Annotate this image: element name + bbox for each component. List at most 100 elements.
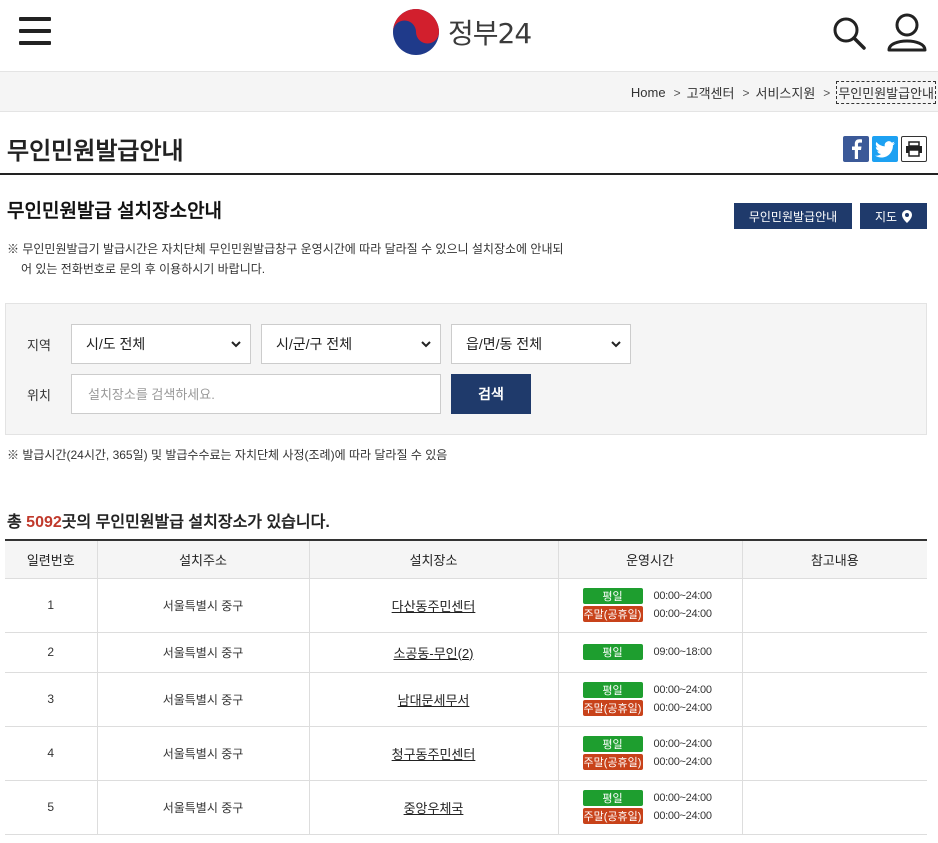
weekend-time: 00:00~24:00: [653, 810, 712, 822]
search-icon[interactable]: [832, 16, 866, 50]
menu-icon[interactable]: [19, 17, 51, 45]
cell-address: 서울특별시 중구: [97, 780, 310, 835]
breadcrumb-bar: Home > 고객센터 > 서비스지원 > 무인민원발급안내: [0, 72, 938, 112]
table-row: 4 서울특별시 중구 청구동주민센터 평일 00:00~24:00 주말(공휴일)…: [5, 726, 927, 781]
section-title: 무인민원발급 설치장소안내: [7, 201, 223, 222]
chevron-right-icon: >: [742, 85, 750, 100]
weekday-badge: 평일: [582, 736, 643, 752]
weekday-time: 00:00~24:00: [653, 738, 712, 750]
table-row: 3 서울특별시 중구 남대문세무서 평일 00:00~24:00 주말(공휴일) 0…: [5, 672, 927, 727]
weekday-badge: 평일: [582, 682, 643, 698]
place-link[interactable]: 남대문세무서: [398, 693, 470, 708]
breadcrumb: Home > 고객센터 > 서비스지원 > 무인민원발급안내: [631, 81, 936, 104]
header-address: 설치주소: [97, 539, 310, 579]
place-link[interactable]: 중앙우체국: [404, 801, 464, 816]
taegeuk-logo-icon: [393, 9, 439, 55]
sido-select-value: 시/도 전체: [86, 336, 146, 352]
map-pin-icon: [902, 209, 913, 223]
info-button[interactable]: 무인민원발급안내: [734, 203, 852, 229]
eupmyeondong-select[interactable]: 읍/면/동 전체: [451, 324, 631, 364]
chevron-down-icon: [421, 341, 431, 348]
cell-hours: 평일 00:00~24:00 주말(공휴일) 00:00~24:00: [558, 780, 743, 835]
cell-serial: 4: [5, 726, 98, 781]
weekend-time: 00:00~24:00: [653, 702, 712, 714]
cell-notes: [742, 780, 927, 835]
region-label: 지역: [27, 338, 51, 353]
chevron-down-icon: [611, 341, 621, 348]
header-notes: 참고내용: [742, 539, 927, 579]
cell-place: 소공동-무인(2): [309, 632, 559, 673]
user-icon[interactable]: [886, 12, 928, 52]
cell-address: 서울특별시 중구: [97, 578, 310, 633]
weekday-time: 00:00~24:00: [653, 792, 712, 804]
map-button-label: 지도: [874, 209, 898, 224]
weekday-time: 00:00~24:00: [653, 684, 712, 696]
place-link[interactable]: 소공동-무인(2): [393, 646, 473, 661]
weekend-badge: 주말(공휴일): [582, 808, 643, 824]
count-number: 5092: [26, 514, 62, 531]
chevron-down-icon: [231, 341, 241, 348]
weekend-badge: 주말(공휴일): [582, 754, 643, 770]
breadcrumb-current[interactable]: 무인민원발급안내: [836, 81, 936, 104]
header-serial: 일련번호: [5, 539, 98, 579]
place-link[interactable]: 다산동주민센터: [392, 599, 476, 614]
breadcrumb-customer-center[interactable]: 고객센터: [687, 83, 735, 102]
cell-hours: 평일 00:00~24:00 주말(공휴일) 00:00~24:00: [558, 726, 743, 781]
cell-serial: 1: [5, 578, 98, 633]
logo[interactable]: 정부24: [392, 8, 532, 56]
count-prefix: 총: [7, 514, 27, 531]
cell-notes: [742, 726, 927, 781]
weekday-badge: 평일: [582, 588, 643, 604]
count-suffix: 곳의 무인민원발급 설치장소가 있습니다.: [61, 514, 330, 531]
sigungu-select[interactable]: 시/군/구 전체: [261, 324, 441, 364]
cell-address: 서울특별시 중구: [97, 672, 310, 727]
twitter-icon[interactable]: [872, 136, 898, 162]
chevron-right-icon: >: [823, 85, 831, 100]
location-label: 위치: [27, 388, 51, 403]
weekend-time: 00:00~24:00: [653, 756, 712, 768]
cell-place: 남대문세무서: [309, 672, 559, 727]
cell-hours: 평일 00:00~24:00 주말(공휴일) 00:00~24:00: [558, 672, 743, 727]
cell-place: 청구동주민센터: [309, 726, 559, 781]
cell-serial: 3: [5, 672, 98, 727]
cell-place: 중앙우체국: [309, 780, 559, 835]
cell-serial: 2: [5, 632, 98, 673]
weekday-badge: 평일: [582, 644, 643, 660]
cell-notes: [742, 632, 927, 673]
title-divider: [0, 173, 938, 175]
cell-hours: 평일 09:00~18:00: [558, 632, 743, 673]
header: 정부24: [0, 0, 938, 72]
search-panel: 지역 시/도 전체 시/군/구 전체 읍/면/동 전체 위치 검색: [5, 303, 927, 435]
cell-address: 서울특별시 중구: [97, 632, 310, 673]
table-header-row: 일련번호 설치주소 설치장소 운영시간 참고내용: [5, 539, 927, 579]
share-buttons: [843, 136, 927, 162]
header-place: 설치장소: [309, 539, 559, 579]
page-title: 무인민원발급안내: [7, 138, 184, 165]
facebook-icon[interactable]: [843, 136, 869, 162]
breadcrumb-service-support[interactable]: 서비스지원: [755, 83, 815, 102]
breadcrumb-home[interactable]: Home: [631, 85, 666, 100]
sido-select[interactable]: 시/도 전체: [71, 324, 251, 364]
location-table: 일련번호 설치주소 설치장소 운영시간 참고내용 1 서울특별시 중구 다산동주…: [5, 539, 927, 835]
cell-place: 다산동주민센터: [309, 578, 559, 633]
notice-text-line2: 어 있는 전화번호로 문의 후 이용하시기 바랍니다.: [21, 262, 266, 276]
search-button[interactable]: 검색: [451, 374, 531, 414]
weekday-time: 09:00~18:00: [653, 646, 712, 658]
result-count: 총 5092곳의 무인민원발급 설치장소가 있습니다.: [7, 508, 330, 532]
weekend-badge: 주말(공휴일): [582, 700, 643, 716]
sigungu-select-value: 시/군/구 전체: [276, 336, 353, 352]
weekend-time: 00:00~24:00: [653, 608, 712, 620]
eupmyeondong-select-value: 읍/면/동 전체: [466, 336, 543, 352]
location-search-input[interactable]: [71, 374, 441, 414]
cell-notes: [742, 672, 927, 727]
table-row: 1 서울특별시 중구 다산동주민센터 평일 00:00~24:00 주말(공휴일)…: [5, 578, 927, 633]
weekday-time: 00:00~24:00: [653, 590, 712, 602]
place-link[interactable]: 청구동주민센터: [392, 747, 476, 762]
logo-text: 정부24: [448, 17, 532, 50]
table-row: 5 서울특별시 중구 중앙우체국 평일 00:00~24:00 주말(공휴일) 00…: [5, 780, 927, 835]
chevron-right-icon: >: [673, 85, 681, 100]
map-button[interactable]: 지도: [860, 203, 927, 229]
fee-notice-text: ※ 발급시간(24시간, 365일) 및 발급수수료는 자치단체 사정(조례)에…: [7, 448, 448, 462]
print-icon[interactable]: [901, 136, 927, 162]
weekend-badge: 주말(공휴일): [582, 606, 643, 622]
